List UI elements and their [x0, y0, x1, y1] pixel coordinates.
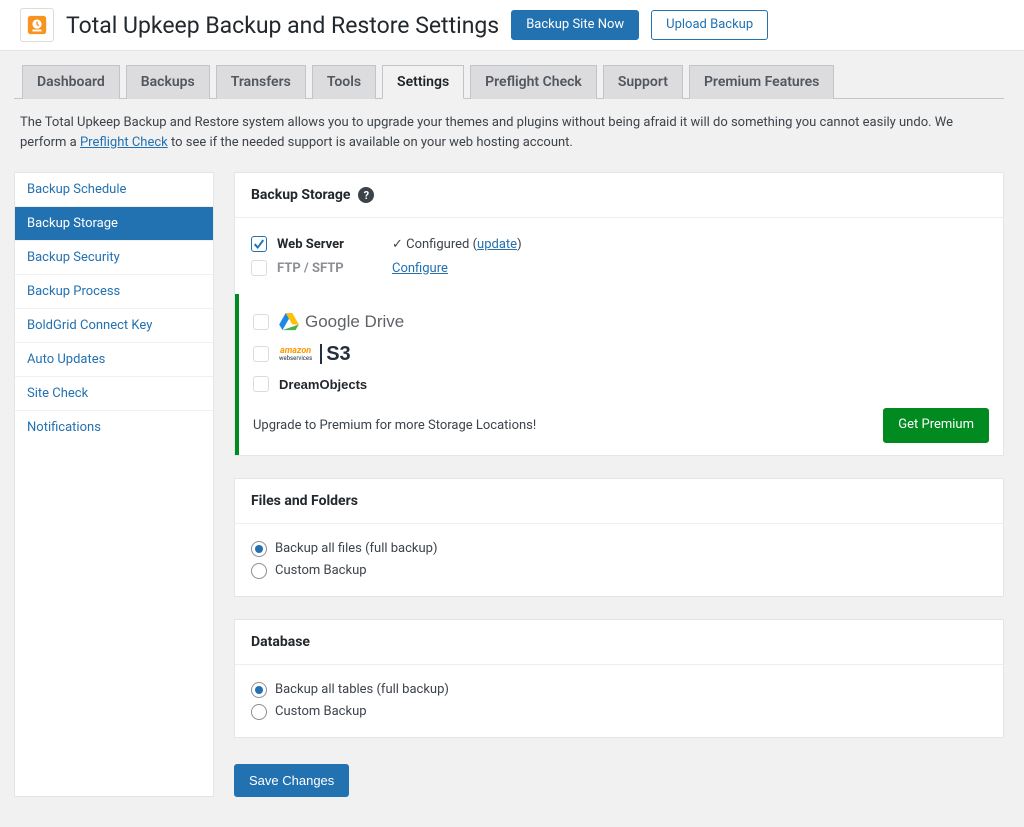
tab-settings[interactable]: Settings [382, 65, 464, 99]
get-premium-button[interactable]: Get Premium [883, 408, 989, 443]
premium-row-gdrive: Google Drive [253, 306, 989, 338]
header-bar: Total Upkeep Backup and Restore Settings… [0, 0, 1024, 51]
backup-storage-card: Backup Storage ? Web Server Configured (… [234, 172, 1004, 456]
tab-transfers[interactable]: Transfers [216, 65, 306, 99]
tab-backups[interactable]: Backups [126, 65, 210, 99]
help-icon[interactable]: ? [358, 187, 374, 203]
web-server-update-link[interactable]: update [477, 237, 517, 252]
tab-support[interactable]: Support [603, 65, 683, 99]
gdrive-icon [279, 313, 299, 331]
nav-tabs: Dashboard Backups Transfers Tools Settin… [14, 65, 1004, 99]
web-server-checkbox[interactable] [251, 236, 267, 252]
ftp-checkbox[interactable] [251, 260, 267, 276]
sidebar-item-auto-updates[interactable]: Auto Updates [15, 343, 213, 377]
premium-block: Google Drive amazonwebservices S3 [235, 294, 1003, 455]
files-folders-card: Files and Folders Backup all files (full… [234, 478, 1004, 597]
files-radio-custom[interactable] [251, 563, 267, 579]
db-option-full[interactable]: Backup all tables (full backup) [251, 679, 987, 701]
intro-after: to see if the needed support is availabl… [168, 135, 573, 150]
db-radio-full[interactable] [251, 682, 267, 698]
storage-row-ftp: FTP / SFTP Configure [251, 256, 987, 280]
db-option-custom[interactable]: Custom Backup [251, 701, 987, 723]
page-title: Total Upkeep Backup and Restore Settings [66, 12, 499, 39]
sidebar-item-backup-storage[interactable]: Backup Storage [15, 207, 213, 241]
dreamobjects-label: DreamObjects [279, 377, 367, 392]
web-server-label: Web Server [277, 237, 382, 252]
plugin-icon [20, 8, 54, 42]
sidebar-item-backup-process[interactable]: Backup Process [15, 275, 213, 309]
files-heading: Files and Folders [251, 493, 358, 509]
tab-premium[interactable]: Premium Features [689, 65, 834, 99]
premium-row-dreamobjects: DreamObjects [253, 370, 989, 398]
storage-row-web-server: Web Server Configured (update) [251, 232, 987, 256]
gdrive-checkbox [253, 314, 269, 330]
sidebar-item-site-check[interactable]: Site Check [15, 377, 213, 411]
db-radio-custom[interactable] [251, 704, 267, 720]
dreamobjects-checkbox [253, 376, 269, 392]
preflight-link[interactable]: Preflight Check [80, 135, 168, 150]
tab-tools[interactable]: Tools [312, 65, 376, 99]
files-option-full[interactable]: Backup all files (full backup) [251, 538, 987, 560]
tab-dashboard[interactable]: Dashboard [22, 65, 120, 99]
premium-row-s3: amazonwebservices S3 [253, 338, 989, 370]
backup-storage-heading: Backup Storage [251, 187, 350, 203]
ftp-configure-link[interactable]: Configure [392, 261, 448, 276]
settings-sidebar: Backup Schedule Backup Storage Backup Se… [14, 172, 214, 797]
database-card: Database Backup all tables (full backup)… [234, 619, 1004, 738]
upload-backup-button[interactable]: Upload Backup [651, 10, 768, 41]
sidebar-item-backup-security[interactable]: Backup Security [15, 241, 213, 275]
ftp-label: FTP / SFTP [277, 261, 382, 276]
s3-checkbox [253, 346, 269, 362]
files-radio-full[interactable] [251, 541, 267, 557]
web-server-status: Configured (update) [392, 237, 522, 252]
amazon-s3-logo: amazonwebservices S3 [279, 344, 351, 364]
files-option-custom[interactable]: Custom Backup [251, 560, 987, 582]
sidebar-item-notifications[interactable]: Notifications [15, 411, 213, 444]
intro-text: The Total Upkeep Backup and Restore syst… [14, 113, 1004, 172]
sidebar-item-connect-key[interactable]: BoldGrid Connect Key [15, 309, 213, 343]
tab-preflight[interactable]: Preflight Check [470, 65, 597, 99]
google-drive-logo: Google Drive [279, 312, 404, 332]
backup-now-button[interactable]: Backup Site Now [511, 10, 639, 41]
sidebar-item-backup-schedule[interactable]: Backup Schedule [15, 173, 213, 207]
premium-message: Upgrade to Premium for more Storage Loca… [253, 418, 536, 433]
database-heading: Database [251, 634, 310, 650]
save-changes-button[interactable]: Save Changes [234, 764, 349, 797]
